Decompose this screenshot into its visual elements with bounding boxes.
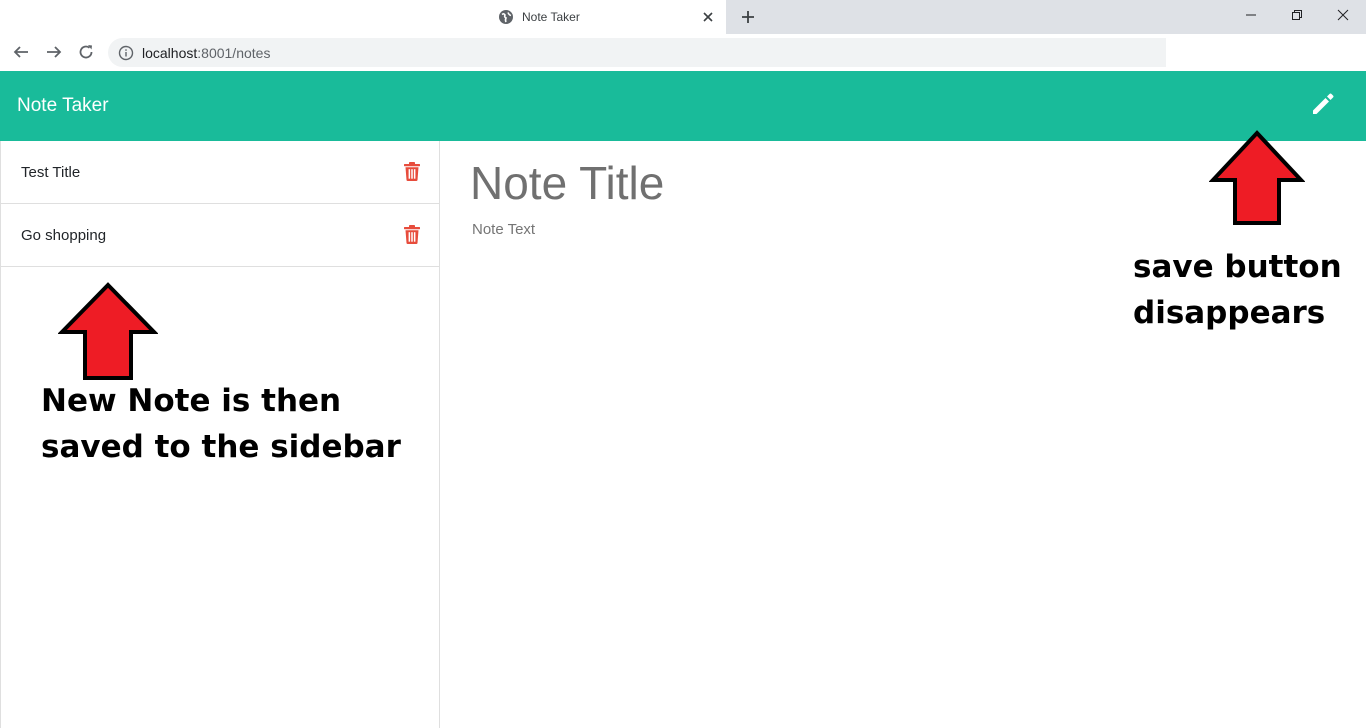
annotation-sidebar-line-1: New Note is then (41, 383, 342, 419)
list-item[interactable]: Go shopping (1, 204, 439, 267)
note-list-title: Test Title (21, 163, 81, 181)
address-bar[interactable]: localhost:8001/notes (108, 38, 1166, 67)
app-navbar: Note Taker (0, 71, 1366, 141)
trash-icon[interactable] (403, 161, 421, 181)
app-brand[interactable]: Note Taker (17, 95, 109, 117)
browser-tab-strip: Note Taker (0, 0, 1366, 34)
info-icon[interactable] (118, 45, 134, 61)
annotation-arrow-up-icon (58, 282, 158, 380)
note-editor (440, 141, 1366, 728)
reload-button[interactable] (73, 39, 99, 65)
note-list-title: Go shopping (21, 226, 107, 244)
minimize-window-button[interactable] (1228, 0, 1274, 30)
browser-toolbar: localhost:8001/notes (0, 34, 1366, 71)
url-path: :8001/notes (197, 44, 271, 61)
note-title-input[interactable] (470, 153, 1330, 213)
annotation-save-line-1: save button (1133, 249, 1342, 285)
annotation-sidebar-text: New Note is then saved to the sidebar (41, 378, 401, 470)
list-item[interactable]: Test Title (1, 141, 439, 204)
browser-tab[interactable]: Note Taker (486, 0, 726, 34)
new-tab-button[interactable] (736, 5, 760, 29)
back-button[interactable] (8, 39, 34, 65)
trash-icon[interactable] (403, 224, 421, 244)
globe-icon (498, 9, 514, 25)
restore-window-button[interactable] (1274, 0, 1320, 30)
annotation-sidebar-line-2: saved to the sidebar (41, 429, 401, 465)
pencil-icon (1310, 91, 1336, 122)
close-window-button[interactable] (1320, 0, 1366, 30)
annotation-save-text: save button disappears (1133, 244, 1342, 336)
url-host: localhost (142, 44, 198, 61)
annotation-arrow-up-icon (1209, 130, 1305, 225)
annotation-save-line-2: disappears (1133, 295, 1326, 331)
close-tab-icon[interactable] (696, 5, 720, 29)
new-note-button[interactable] (1306, 91, 1340, 121)
tab-title: Note Taker (522, 10, 580, 24)
forward-button[interactable] (41, 39, 67, 65)
